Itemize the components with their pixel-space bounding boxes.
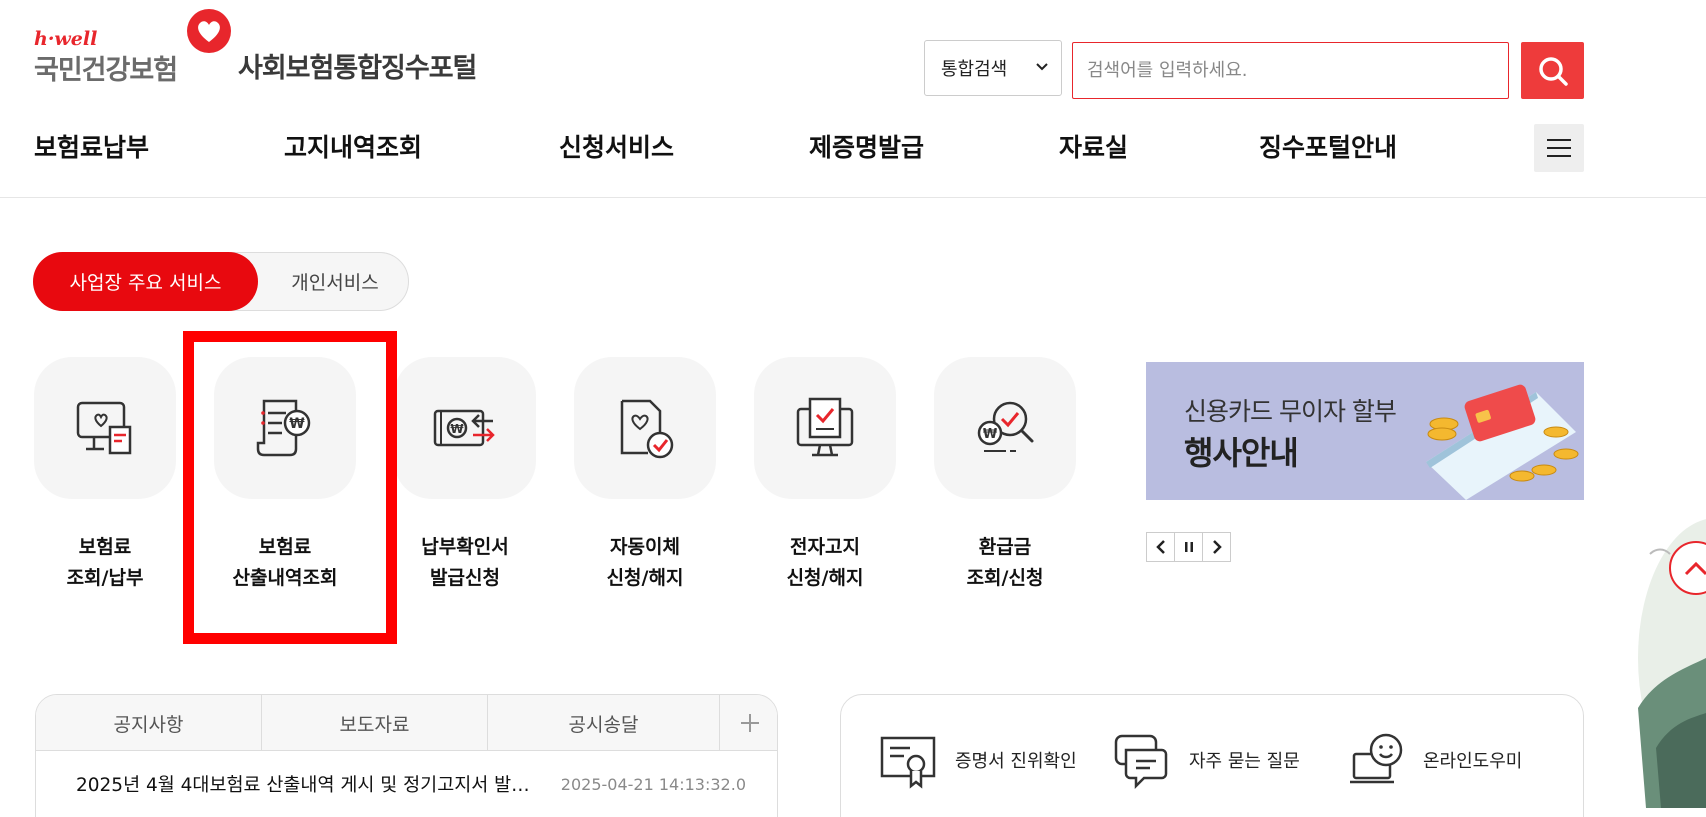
floating-mascot-illustration bbox=[1638, 519, 1706, 808]
quick-service-refund[interactable]: ₩ 환급금조회/신청 bbox=[934, 357, 1076, 594]
payment-confirm-icon: ₩ bbox=[433, 409, 495, 447]
nav-item-library[interactable]: 자료실 bbox=[1059, 128, 1128, 164]
quick-service-premium-inquiry[interactable]: 보험료조회/납부 bbox=[34, 357, 176, 594]
chevron-right-icon bbox=[1212, 540, 1222, 554]
e-notice-icon bbox=[796, 397, 854, 457]
nav-item-notice-history[interactable]: 고지내역조회 bbox=[284, 128, 422, 164]
quick-service-label-line2: 조회/납부 bbox=[66, 567, 144, 589]
quick-service-label-line1: 납부확인서 bbox=[421, 536, 509, 558]
link-certificate-verify[interactable]: 증명서 진위확인 bbox=[877, 729, 1077, 791]
tab-business-services[interactable]: 사업장 주요 서비스 bbox=[33, 252, 258, 311]
tab-press-releases[interactable]: 보도자료 bbox=[262, 695, 488, 751]
banner-line1: 신용카드 무이자 할부 bbox=[1184, 397, 1397, 426]
monitor-receipt-icon bbox=[76, 401, 132, 455]
nav-item-certificate-issue[interactable]: 제증명발급 bbox=[809, 128, 924, 164]
quick-service-label-line1: 자동이체 bbox=[610, 536, 680, 558]
refund-search-icon: ₩ bbox=[977, 401, 1034, 452]
promo-banner[interactable]: 신용카드 무이자 할부 행사안내 bbox=[1146, 362, 1584, 500]
hamburger-menu-icon bbox=[1547, 139, 1571, 157]
svg-text:₩: ₩ bbox=[450, 422, 464, 436]
chevron-down-icon bbox=[1036, 63, 1048, 71]
quick-service-tile[interactable] bbox=[574, 357, 716, 499]
certificate-verify-icon bbox=[880, 736, 936, 789]
link-label: 온라인도우미 bbox=[1423, 751, 1523, 772]
main-nav: 보험료납부 고지내역조회 신청서비스 제증명발급 자료실 징수포털안내 bbox=[0, 124, 1706, 168]
header-divider bbox=[0, 197, 1706, 198]
link-faq[interactable]: 자주 묻는 질문 bbox=[1111, 729, 1300, 791]
portal-title[interactable]: 사회보험통합징수포털 bbox=[238, 46, 477, 85]
nav-item-premium-payment[interactable]: 보험료납부 bbox=[34, 128, 149, 164]
svg-text:₩: ₩ bbox=[983, 427, 998, 442]
service-type-toggle: 사업장 주요 서비스 개인서비스 bbox=[33, 252, 409, 311]
logo[interactable]: h·well 국민건강보험 bbox=[34, 8, 231, 86]
quick-service-tile[interactable] bbox=[754, 357, 896, 499]
quick-service-label-line2: 발급신청 bbox=[430, 567, 500, 589]
banner-line2: 행사안내 bbox=[1184, 434, 1299, 472]
notice-panel: 공지사항 보도자료 공시송달 2025년 4월 4대보험료 산출내역 게시 및 … bbox=[35, 694, 778, 817]
link-online-helper[interactable]: 온라인도우미 bbox=[1345, 729, 1522, 791]
quick-service-label-line1: 환급금 bbox=[978, 536, 1032, 558]
tab-personal-services[interactable]: 개인서비스 bbox=[262, 253, 408, 310]
heart-logo-icon bbox=[187, 9, 231, 53]
quick-service-label-line2: 신청/해지 bbox=[786, 567, 864, 589]
quick-service-tile[interactable]: ₩ bbox=[934, 357, 1076, 499]
auto-transfer-icon bbox=[620, 399, 674, 459]
online-helper-icon bbox=[1350, 733, 1403, 784]
plus-icon bbox=[740, 714, 759, 732]
banner-next-button[interactable] bbox=[1202, 532, 1231, 562]
search-icon bbox=[1538, 56, 1568, 86]
search-scope-value: 통합검색 bbox=[941, 59, 1008, 80]
quick-links-panel: 증명서 진위확인 자주 묻는 질문 온라인도우미 bbox=[840, 694, 1584, 817]
banner-pause-button[interactable] bbox=[1174, 532, 1203, 562]
notice-date: 2025-04-21 14:13:32.0 bbox=[560, 774, 746, 794]
search-scope-select[interactable]: 통합검색 bbox=[924, 40, 1062, 96]
nav-item-portal-guide[interactable]: 징수포털안내 bbox=[1259, 128, 1397, 164]
list-item[interactable]: 2025년 4월 4대보험료 산출내역 게시 및 정기고지서 발송 안내 202… bbox=[76, 771, 746, 797]
quick-service-label-line2: 신청/해지 bbox=[606, 567, 684, 589]
tab-notices[interactable]: 공지사항 bbox=[36, 695, 262, 751]
quick-service-e-notice[interactable]: 전자고지신청/해지 bbox=[754, 357, 896, 594]
tab-public-notice-delivery[interactable]: 공시송달 bbox=[488, 695, 720, 751]
link-label: 증명서 진위확인 bbox=[955, 751, 1077, 772]
notice-tabs: 공지사항 보도자료 공시송달 bbox=[36, 695, 777, 751]
link-label: 자주 묻는 질문 bbox=[1189, 751, 1300, 772]
search-input[interactable] bbox=[1072, 42, 1509, 99]
chevron-left-icon bbox=[1155, 540, 1165, 554]
notice-more-button[interactable] bbox=[720, 695, 777, 751]
pause-icon bbox=[1184, 542, 1193, 552]
notice-title[interactable]: 2025년 4월 4대보험료 산출내역 게시 및 정기고지서 발송 안내 bbox=[76, 771, 546, 797]
logo-org-name: 국민건강보험 bbox=[34, 55, 178, 86]
quick-service-tile[interactable]: ₩ bbox=[394, 357, 536, 499]
nav-item-application-service[interactable]: 신청서비스 bbox=[559, 128, 674, 164]
credit-card-coins-illustration bbox=[1426, 384, 1579, 500]
quick-service-label-line1: 보험료 bbox=[78, 536, 132, 558]
quick-service-auto-transfer[interactable]: 자동이체신청/해지 bbox=[574, 357, 716, 594]
banner-prev-button[interactable] bbox=[1146, 532, 1175, 562]
quick-service-tile[interactable] bbox=[34, 357, 176, 499]
quick-service-payment-confirmation[interactable]: ₩ 납부확인서발급신청 bbox=[394, 357, 536, 594]
logo-brand: h·well bbox=[34, 28, 98, 50]
all-menu-button[interactable] bbox=[1534, 124, 1584, 172]
quick-service-label-line2: 조회/신청 bbox=[966, 567, 1044, 589]
quick-service-label-line1: 전자고지 bbox=[790, 536, 860, 558]
banner-controls bbox=[1146, 532, 1231, 562]
search-button[interactable] bbox=[1521, 42, 1584, 99]
faq-chat-icon bbox=[1114, 734, 1168, 790]
highlight-annotation-box bbox=[183, 331, 397, 644]
